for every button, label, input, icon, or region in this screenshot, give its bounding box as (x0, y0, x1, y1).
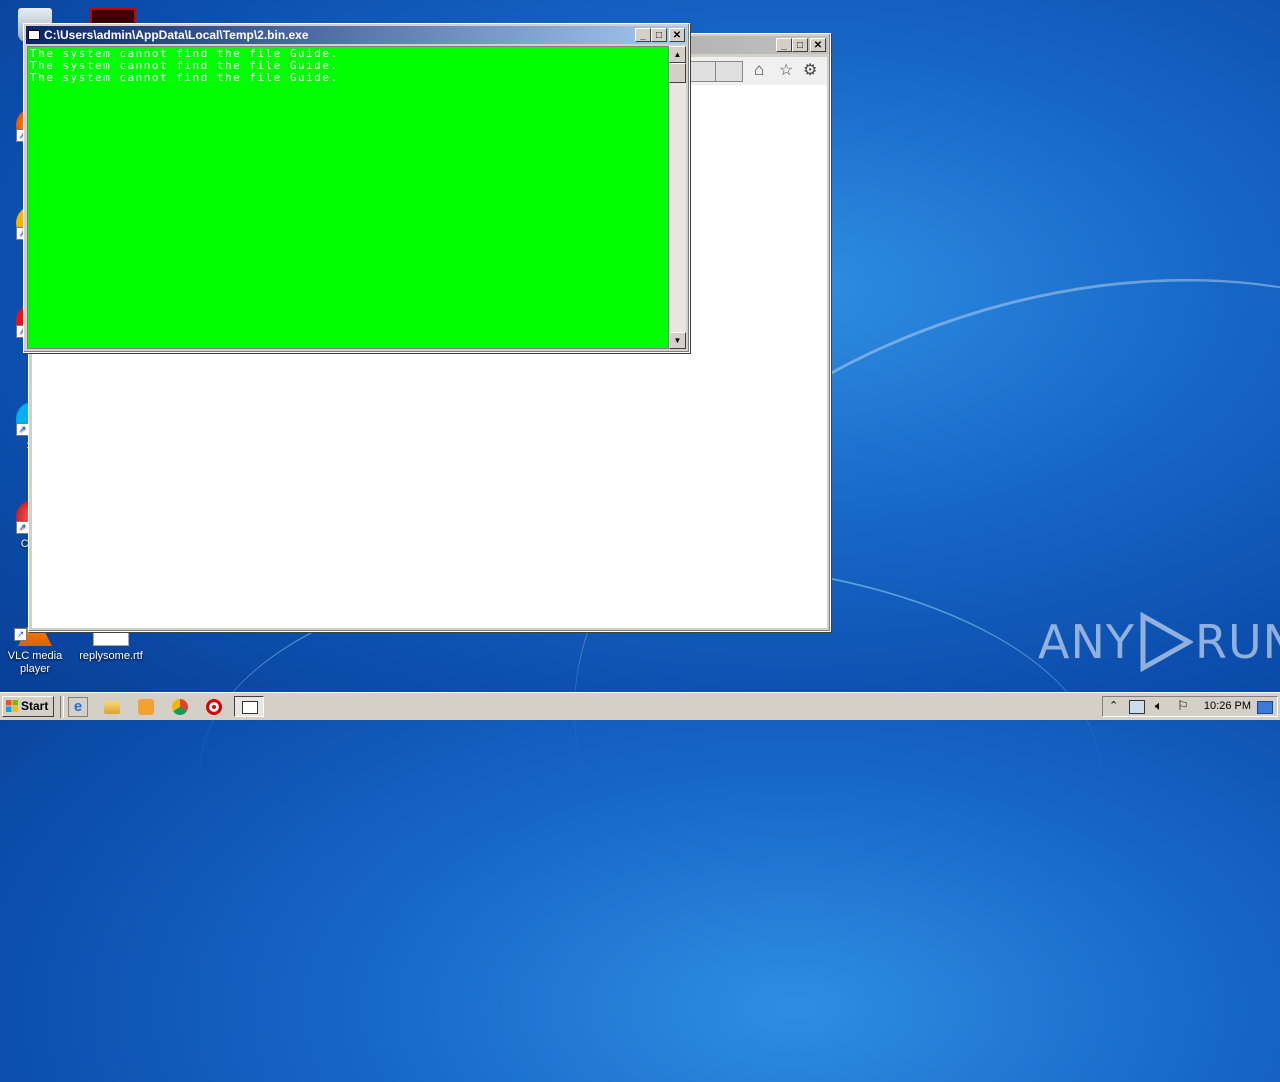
system-tray: ⌃ 🔈︎ ⚐ 10:26 PM (1102, 696, 1278, 717)
minimize-button[interactable]: _ (776, 38, 792, 52)
close-button[interactable]: ✕ (669, 28, 685, 42)
opera-icon[interactable] (206, 699, 222, 715)
toolbar-button[interactable] (689, 61, 717, 82)
home-icon[interactable]: ⌂ (754, 60, 764, 80)
desktop-icon-label: replysome.rtf (79, 650, 143, 662)
console-line: The system cannot find the file Guide. (30, 71, 339, 84)
play-logo-icon (1140, 612, 1193, 672)
gear-icon[interactable]: ⚙ (803, 60, 817, 80)
console-output[interactable]: The system cannot find the file Guide. T… (27, 46, 669, 349)
media-player-icon[interactable] (138, 699, 154, 715)
console-title: C:\Users\admin\AppData\Local\Temp\2.bin.… (44, 28, 309, 42)
start-button[interactable]: Start (2, 696, 54, 717)
network-icon[interactable] (1129, 700, 1145, 714)
start-label: Start (21, 699, 49, 713)
desktop-icon-label: VLC media player (7, 650, 63, 675)
close-button[interactable]: ✕ (810, 38, 826, 52)
taskbar-console-button[interactable] (234, 696, 264, 717)
scroll-thumb[interactable] (669, 63, 686, 83)
clock[interactable]: 10:26 PM (1204, 700, 1251, 712)
taskbar-separator (60, 696, 64, 718)
toolbar-button[interactable] (715, 61, 743, 82)
action-center-flag-icon[interactable]: ⚐ (1177, 698, 1189, 714)
watermark-text-left: ANY (1038, 615, 1135, 669)
console-titlebar[interactable]: C:\Users\admin\AppData\Local\Temp\2.bin.… (26, 26, 687, 44)
ie-icon[interactable]: e (68, 697, 88, 717)
anyrun-watermark: ANY RUN (1038, 612, 1280, 672)
explorer-folder-icon[interactable] (104, 701, 120, 714)
console-window[interactable]: C:\Users\admin\AppData\Local\Temp\2.bin.… (23, 23, 690, 353)
minimize-button[interactable]: _ (635, 28, 651, 42)
windows-logo-icon (6, 700, 18, 712)
show-desktop-icon[interactable] (1257, 701, 1273, 714)
shortcut-arrow-icon: ↗ (14, 628, 27, 641)
scroll-up-button[interactable]: ▲ (669, 46, 686, 63)
console-scrollbar[interactable]: ▲ ▼ (669, 46, 686, 349)
maximize-button[interactable]: □ (792, 38, 808, 52)
volume-icon[interactable]: 🔈︎ (1155, 698, 1163, 714)
console-app-icon (28, 30, 40, 40)
star-icon[interactable]: ☆ (779, 60, 793, 80)
maximize-button[interactable]: □ (651, 28, 667, 42)
scroll-down-button[interactable]: ▼ (669, 332, 686, 349)
watermark-text-right: RUN (1194, 615, 1280, 669)
console-app-icon (242, 701, 258, 714)
taskbar: Start e ⌃ 🔈︎ ⚐ 10:26 PM (0, 692, 1280, 720)
chrome-icon[interactable] (172, 699, 188, 715)
show-hidden-icons-icon[interactable]: ⌃ (1109, 699, 1118, 712)
